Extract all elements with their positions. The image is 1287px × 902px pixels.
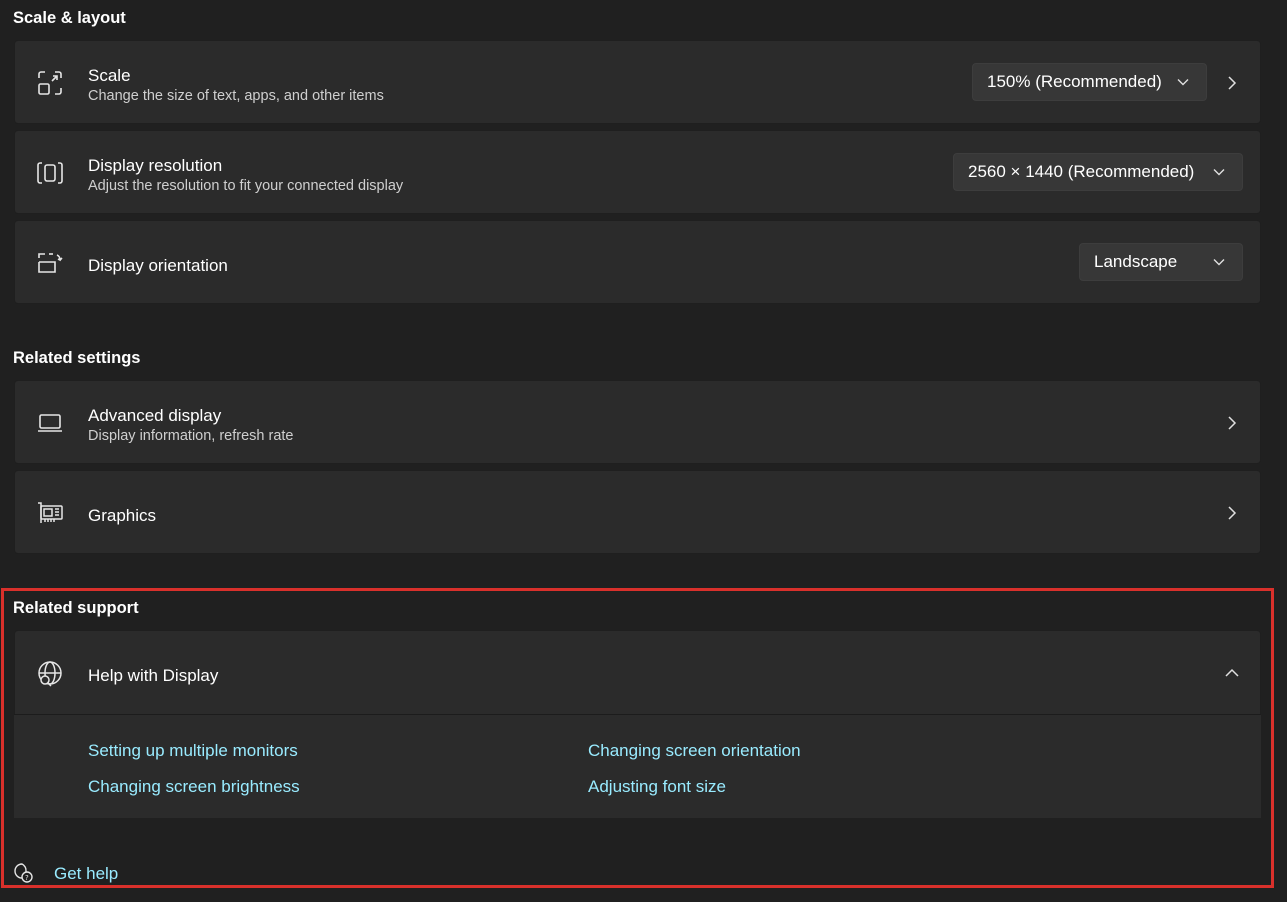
chevron-right-icon [1228, 416, 1237, 430]
display-resolution-card: Display resolution Adjust the resolution… [14, 130, 1261, 214]
link-adjusting-font-size[interactable]: Adjusting font size [588, 777, 726, 797]
chevron-down-icon [1177, 79, 1189, 86]
scale-dropdown-value: 150% (Recommended) [987, 72, 1162, 91]
svg-text:?: ? [25, 874, 29, 882]
scale-subtitle: Change the size of text, apps, and other… [88, 88, 384, 104]
orientation-dropdown-value: Landscape [1094, 252, 1178, 271]
section-title-related-settings: Related settings [13, 349, 141, 367]
advanced-display-subtitle: Display information, refresh rate [88, 428, 294, 444]
help-with-display-title: Help with Display [88, 666, 219, 685]
display-resolution-subtitle: Adjust the resolution to fit your connec… [88, 178, 404, 194]
graphics-card[interactable]: Graphics [14, 470, 1261, 554]
chevron-right-icon[interactable] [1224, 75, 1240, 91]
help-with-display-text: Help with Display [88, 665, 218, 686]
display-resolution-title: Display resolution [88, 156, 223, 175]
display-orientation-text: Display orientation [88, 255, 228, 276]
scale-icon [36, 69, 64, 97]
scale-text: Scale Change the size of text, apps, and… [88, 65, 384, 106]
scale-card[interactable]: Scale Change the size of text, apps, and… [14, 40, 1261, 124]
graphics-card-icon [36, 499, 64, 527]
help-links-panel: Setting up multiple monitors Changing sc… [14, 714, 1261, 818]
laptop-icon [36, 409, 64, 437]
scale-title: Scale [88, 66, 131, 85]
section-title-scale-layout: Scale & layout [13, 9, 126, 27]
advanced-display-title: Advanced display [88, 406, 222, 425]
help-chat-icon: ? [12, 862, 34, 884]
advanced-display-text: Advanced display Display information, re… [88, 405, 294, 446]
get-help-link[interactable]: Get help [54, 864, 118, 884]
display-resolution-text: Display resolution Adjust the resolution… [88, 155, 403, 196]
globe-search-icon [36, 660, 64, 688]
chevron-up-icon[interactable] [1224, 665, 1240, 681]
orientation-dropdown[interactable]: Landscape [1079, 243, 1243, 281]
link-changing-screen-orientation[interactable]: Changing screen orientation [588, 741, 801, 761]
link-setting-up-multiple-monitors[interactable]: Setting up multiple monitors [88, 741, 298, 761]
graphics-title: Graphics [88, 506, 157, 525]
display-orientation-title: Display orientation [88, 256, 228, 275]
resolution-dropdown[interactable]: 2560 × 1440 (Recommended) [953, 153, 1243, 191]
chevron-down-icon [1213, 169, 1225, 176]
advanced-display-card[interactable]: Advanced display Display information, re… [14, 380, 1261, 464]
link-changing-screen-brightness[interactable]: Changing screen brightness [88, 777, 300, 797]
graphics-text: Graphics [88, 505, 156, 526]
help-with-display-expander[interactable]: Help with Display [14, 630, 1261, 715]
display-settings-page: Scale & layout Scale Change the size of … [0, 0, 1287, 902]
chevron-right-icon [1228, 506, 1237, 520]
resolution-icon [36, 159, 64, 187]
resolution-dropdown-value: 2560 × 1440 (Recommended) [968, 162, 1195, 181]
chevron-down-icon [1213, 259, 1225, 266]
orientation-icon [36, 249, 64, 277]
display-orientation-card: Display orientation Landscape [14, 220, 1261, 304]
section-title-related-support: Related support [13, 599, 139, 617]
scale-dropdown[interactable]: 150% (Recommended) [972, 63, 1207, 101]
